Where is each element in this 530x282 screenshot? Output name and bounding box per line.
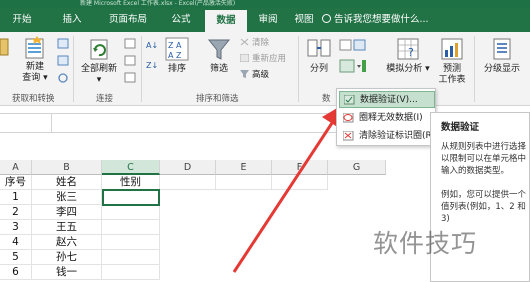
menu-item-clear-validation-circles[interactable]: 清除验证标识圈(R) bbox=[339, 128, 435, 145]
clear-circles-icon bbox=[343, 131, 354, 141]
tooltip-body-example: 例如，您可以提供一个值列表(例如，1、2 和 3) bbox=[441, 190, 527, 224]
menu-item-circle-invalid[interactable]: 圈释无效数据(I) bbox=[339, 110, 435, 127]
menu-item-circle-invalid-label: 圈释无效数据(I) bbox=[359, 113, 423, 123]
circle-invalid-icon bbox=[343, 113, 354, 123]
tooltip-title: 数据验证 bbox=[441, 122, 480, 133]
tooltip-body: 从规则列表中进行选择以限制可以在单元格中输入的数据类型。 bbox=[441, 142, 527, 176]
menu-item-data-validation-label: 数据验证(V)... bbox=[360, 95, 418, 105]
menu-item-data-validation[interactable]: 数据验证(V)... bbox=[339, 91, 435, 108]
watermark-text: 软件技巧 bbox=[373, 229, 478, 258]
menu-item-clear-validation-circles-label: 清除验证标识圈(R) bbox=[359, 131, 435, 141]
data-validation-menu: 数据验证(V)... 圈释无效数据(I) 清除验证标识圈(R) bbox=[336, 88, 436, 146]
data-validation-icon bbox=[344, 95, 355, 105]
